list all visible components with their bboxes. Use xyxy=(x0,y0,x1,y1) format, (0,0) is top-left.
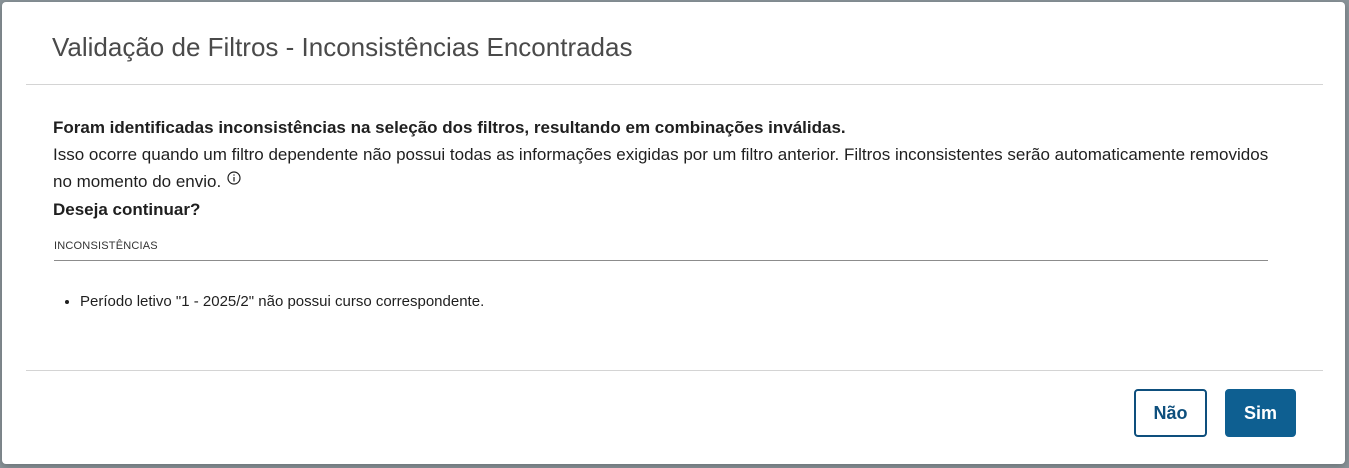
message-detail-line: Isso ocorre quando um filtro dependente … xyxy=(53,141,1283,196)
inconsistencies-list: Período letivo "1 - 2025/2" não possui c… xyxy=(54,292,484,312)
inconsistencies-section-label: INCONSISTÊNCIAS xyxy=(54,238,1268,261)
dialog-title: Validação de Filtros - Inconsistências E… xyxy=(52,32,633,62)
continue-question: Deseja continuar? xyxy=(53,200,201,220)
info-circle-icon[interactable] xyxy=(227,166,241,193)
confirmation-dialog: Validação de Filtros - Inconsistências E… xyxy=(2,2,1345,464)
header-divider xyxy=(26,84,1323,85)
no-button[interactable]: Não xyxy=(1134,389,1207,437)
message-summary: Foram identificadas inconsistências na s… xyxy=(53,118,846,137)
footer-divider xyxy=(26,370,1323,371)
list-item: Período letivo "1 - 2025/2" não possui c… xyxy=(80,292,484,312)
yes-button[interactable]: Sim xyxy=(1225,389,1296,437)
dialog-body: Foram identificadas inconsistências na s… xyxy=(53,114,1283,223)
